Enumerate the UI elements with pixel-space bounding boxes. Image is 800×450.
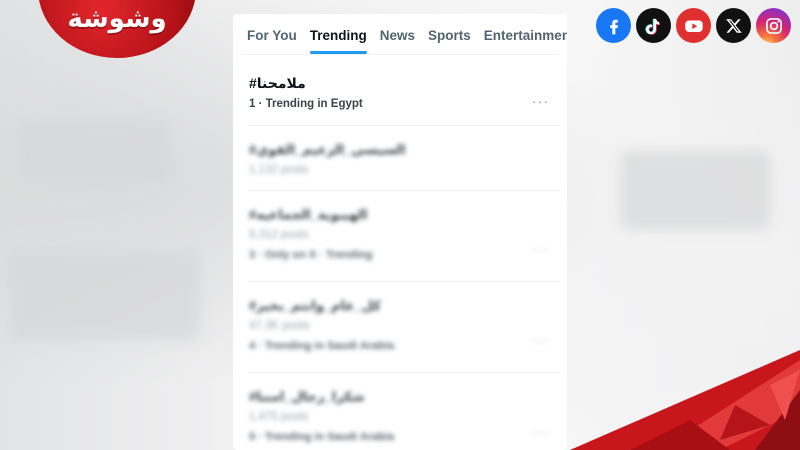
trend-post-count: 1,475 posts xyxy=(249,411,309,423)
more-options-icon[interactable]: ··· xyxy=(532,241,549,257)
background-shape xyxy=(10,250,200,340)
background-shape xyxy=(20,120,170,180)
trend-post-count: 1,132 posts xyxy=(249,164,309,176)
trend-rank-location: 5 · Trending in Saudi Arabia xyxy=(249,431,395,443)
tiktok-icon[interactable] xyxy=(636,8,671,43)
trend-rank-location: 4 · Trending in Saudi Arabia xyxy=(249,340,395,352)
trend-post-count: 6,312 posts xyxy=(249,229,309,241)
trends-panel: For You Trending News Sports Entertainme… xyxy=(233,14,567,450)
more-options-icon[interactable]: ··· xyxy=(532,423,549,439)
trend-item[interactable]: #السيسي_الزعيم_القوي 1,132 posts xyxy=(233,126,567,190)
trend-rank-location: 1 · Trending in Egypt xyxy=(249,98,363,110)
trend-item[interactable]: #كل_عام_وانتم_بخير 47.3K posts 4 · Trend… xyxy=(233,282,567,372)
facebook-icon[interactable] xyxy=(596,8,631,43)
trend-hashtag: #شكرا_رجال_امننا xyxy=(249,389,365,404)
trend-hashtag: #كل_عام_وانتم_بخير xyxy=(249,298,381,313)
trend-tabs: For You Trending News Sports Entertainme… xyxy=(233,14,567,54)
instagram-icon[interactable] xyxy=(756,8,791,43)
youtube-icon[interactable] xyxy=(676,8,711,43)
trend-post-count: 47.3K posts xyxy=(249,320,310,332)
trend-item[interactable]: #شكرا_رجال_امننا 1,475 posts 5 · Trendin… xyxy=(233,373,567,450)
tab-entertainment[interactable]: Entertainment xyxy=(484,28,567,54)
social-links xyxy=(596,8,791,43)
trend-item[interactable]: #ملامحنا 1 · Trending in Egypt ··· xyxy=(233,55,567,125)
trend-hashtag: #السيسي_الزعيم_القوي xyxy=(249,142,406,157)
brand-logo-text: وشوشة xyxy=(67,4,167,34)
trend-hashtag: #الهيبوية_الجماعيه xyxy=(249,207,368,222)
tab-news[interactable]: News xyxy=(380,28,415,54)
tab-for-you[interactable]: For You xyxy=(247,28,297,54)
more-options-icon[interactable]: ··· xyxy=(532,93,549,109)
tab-sports[interactable]: Sports xyxy=(428,28,471,54)
x-icon[interactable] xyxy=(716,8,751,43)
trend-hashtag: #ملامحنا xyxy=(249,75,306,91)
tab-trending[interactable]: Trending xyxy=(309,28,367,54)
trend-item[interactable]: #الهيبوية_الجماعيه 6,312 posts 3 · Only … xyxy=(233,191,567,281)
trend-rank-location: 3 · Only on X · Trending xyxy=(249,249,373,261)
background-shape xyxy=(620,150,770,230)
red-corner-decoration xyxy=(570,350,800,450)
more-options-icon[interactable]: ··· xyxy=(532,332,549,348)
